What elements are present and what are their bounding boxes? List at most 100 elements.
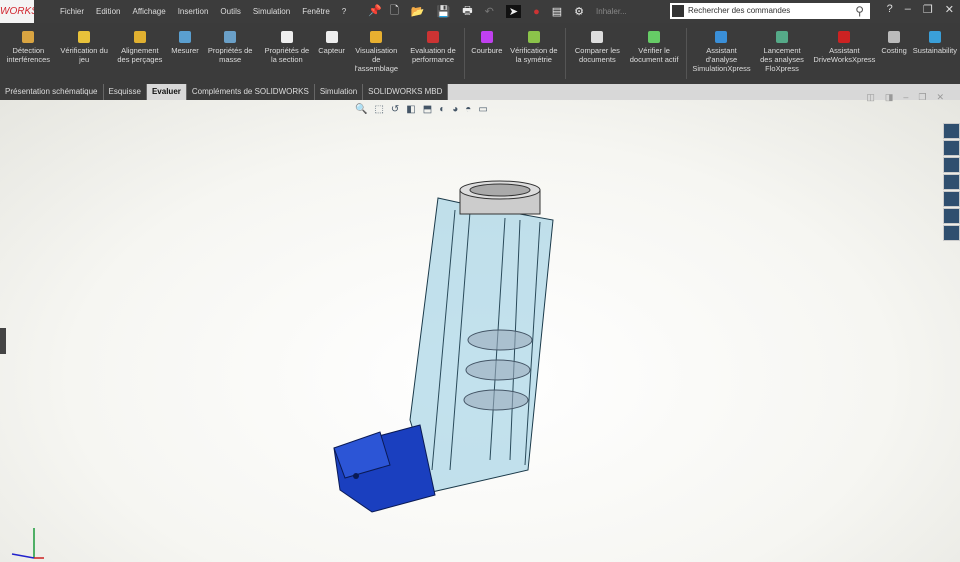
- inhaler-mouthpiece-cap: [333, 424, 436, 513]
- ribbon-label: Assistant DriveWorksXpress: [813, 46, 876, 64]
- ribbon-button-floxpress[interactable]: Lancement des analyses FloXpress: [754, 23, 811, 84]
- help-icon[interactable]: ?: [887, 3, 893, 16]
- ribbon-button-compare[interactable]: Comparer les documents: [569, 23, 626, 84]
- menu-bar: Fichier Edition Affichage Insertion Outi…: [54, 7, 352, 16]
- check-doc-icon: [648, 31, 661, 43]
- tab-solidworks-mbd[interactable]: SOLIDWORKS MBD: [363, 84, 449, 100]
- ribbon-label: Visualisation de l'assemblage: [354, 46, 399, 73]
- close-button[interactable]: ✕: [945, 3, 954, 16]
- ribbon-button-sensor[interactable]: Capteur: [315, 23, 348, 84]
- ribbon-button-curvature[interactable]: Courbure: [468, 23, 505, 84]
- ribbon-button-driveworks[interactable]: Assistant DriveWorksXpress: [810, 23, 878, 84]
- search-icon[interactable]: ⚲: [855, 3, 864, 19]
- ribbon-label: Propriétés de masse: [207, 46, 253, 64]
- menu-simulation[interactable]: Simulation: [247, 7, 296, 16]
- compare-icon: [591, 31, 604, 43]
- sustainability-icon: [928, 31, 941, 43]
- inhaler-canister: [459, 180, 541, 215]
- interference-icon: [22, 31, 35, 43]
- tab-presentation-schematique[interactable]: Présentation schématique: [0, 84, 104, 100]
- tab-simulation[interactable]: Simulation: [314, 84, 364, 100]
- select-icon[interactable]: ➤: [505, 5, 522, 18]
- ribbon-label: Sustainability: [912, 46, 957, 55]
- ribbon-label: Vérification de la symétrie: [510, 46, 558, 64]
- ribbon-button-sustainability[interactable]: Sustainability: [910, 23, 960, 84]
- options-gear-icon[interactable]: ⚙: [574, 5, 584, 18]
- command-tabs: Présentation schématique Esquisse Evalue…: [0, 84, 960, 100]
- command-search-input[interactable]: Rechercher des commandes ⚲: [670, 3, 870, 19]
- ribbon-label: Mesurer: [171, 46, 199, 55]
- measure-icon: [179, 31, 191, 43]
- save-icon[interactable]: 💾: [437, 5, 451, 18]
- ribbon-button-interference[interactable]: Détection interférences: [0, 23, 57, 84]
- ribbon-button-clearance[interactable]: Vérification du jeu: [57, 23, 112, 84]
- menu-outils[interactable]: Outils: [214, 7, 246, 16]
- window-controls: ? – ❐ ✕: [887, 3, 954, 16]
- ribbon-label: Capteur: [318, 46, 345, 55]
- ribbon-label: Lancement des analyses FloXpress: [760, 46, 804, 73]
- print-icon[interactable]: 🖶: [462, 2, 472, 21]
- quick-access-toolbar: 🗋 📂 💾 🖶 ↶ ➤ ● ▤ ⚙ Inhaler...: [390, 0, 627, 23]
- performance-icon: [427, 31, 440, 43]
- floxpress-icon: [776, 31, 789, 43]
- menu-help[interactable]: ?: [336, 7, 352, 16]
- open-icon[interactable]: 📂: [411, 5, 425, 18]
- triad-axes-icon: [11, 528, 44, 559]
- inhaler-model[interactable]: [0, 100, 960, 540]
- costing-icon: [888, 31, 901, 43]
- section-icon: [280, 31, 293, 43]
- menu-affichage[interactable]: Affichage: [126, 7, 171, 16]
- ribbon-label: Evaluation de performance: [410, 46, 456, 64]
- inhaler-body: [409, 197, 554, 493]
- command-icon: [672, 5, 684, 17]
- ribbon-separator: [685, 28, 687, 79]
- ribbon-button-measure[interactable]: Mesurer: [168, 23, 202, 84]
- ribbon-button-costing[interactable]: Costing: [878, 23, 909, 84]
- ribbon-separator: [565, 28, 567, 79]
- ribbon-button-simxpress[interactable]: Assistant d'analyse SimulationXpress: [689, 23, 753, 84]
- ribbon-button-mass[interactable]: Propriétés de masse: [202, 23, 259, 84]
- file-properties-icon[interactable]: ▤: [552, 5, 562, 18]
- menu-edition[interactable]: Edition: [90, 7, 126, 16]
- ribbon-label: Alignement des perçages: [117, 46, 163, 64]
- tab-complements[interactable]: Compléments de SOLIDWORKS: [186, 84, 315, 100]
- new-document-icon[interactable]: 🗋: [390, 2, 399, 21]
- macro-label: Inhaler...: [596, 7, 627, 16]
- ribbon-label: Courbure: [471, 46, 503, 55]
- ribbon-button-section[interactable]: Propriétés de la section: [259, 23, 316, 84]
- pin-icon[interactable]: 📌: [368, 4, 382, 17]
- ribbon-button-performance[interactable]: Evaluation de performance: [405, 23, 462, 84]
- ribbon-label: Assistant d'analyse SimulationXpress: [692, 46, 751, 73]
- graphics-viewport[interactable]: 🔍 ⬚ ↺ ◧ ⬒ ◐ ◕ ◓ ▭ ◫ ◨ – ❐ ✕: [0, 92, 960, 562]
- command-manager-ribbon: Détection interférences Vérification du j…: [0, 23, 960, 84]
- ribbon-label: Comparer les documents: [574, 46, 620, 64]
- title-bar: WORKS Fichier Edition Affichage Insertio…: [0, 0, 960, 23]
- menu-insertion[interactable]: Insertion: [172, 7, 215, 16]
- undo-icon[interactable]: ↶: [485, 5, 494, 18]
- restore-button[interactable]: ❐: [923, 3, 933, 16]
- ribbon-label: Vérification du jeu: [60, 46, 108, 64]
- ribbon-label: Détection interférences: [6, 46, 51, 64]
- curvature-icon: [480, 31, 493, 43]
- tab-evaluer[interactable]: Evaluer: [146, 84, 187, 100]
- symmetry-icon: [527, 31, 540, 43]
- ribbon-button-hole-align[interactable]: Alignement des perçages: [112, 23, 169, 84]
- ribbon-label: Propriétés de la section: [264, 46, 310, 64]
- driveworks-icon: [838, 31, 851, 43]
- hole-align-icon: [133, 31, 146, 43]
- sensor-icon: [325, 31, 338, 43]
- ribbon-button-symmetry[interactable]: Vérification de la symétrie: [505, 23, 562, 84]
- assembly-vis-icon: [370, 31, 383, 43]
- minimize-button[interactable]: –: [905, 3, 911, 16]
- menu-fenetre[interactable]: Fenêtre: [296, 7, 336, 16]
- rebuild-icon[interactable]: ●: [533, 6, 540, 18]
- ribbon-label: Costing: [881, 46, 907, 55]
- ribbon-separator: [464, 28, 466, 79]
- menu-fichier[interactable]: Fichier: [54, 7, 90, 16]
- ribbon-label: Vérifier le document actif: [629, 46, 679, 64]
- ribbon-button-check-doc[interactable]: Vérifier le document actif: [626, 23, 683, 84]
- clearance-icon: [78, 31, 91, 43]
- simxpress-icon: [715, 31, 728, 43]
- tab-esquisse[interactable]: Esquisse: [103, 84, 147, 100]
- ribbon-button-assembly-vis[interactable]: Visualisation de l'assemblage: [348, 23, 405, 84]
